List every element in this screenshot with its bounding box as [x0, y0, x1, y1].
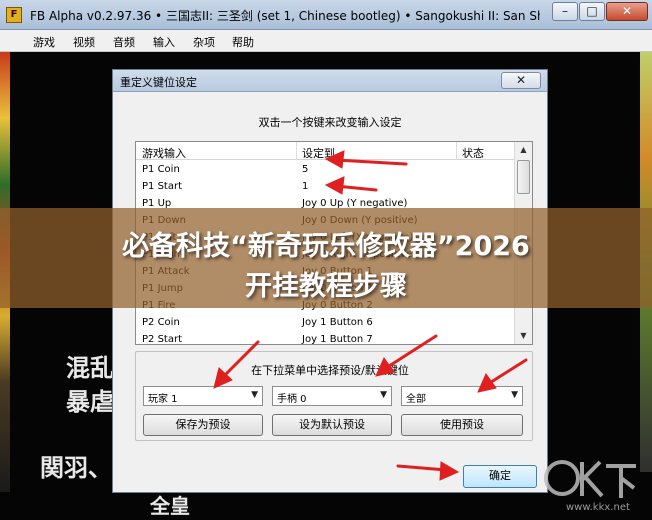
chevron-down-icon: ▼	[511, 390, 518, 400]
ok-button[interactable]: 确定	[463, 465, 537, 488]
preset-group-label: 在下拉菜单中选择预设/默认键位	[251, 364, 409, 377]
column-header-mapping[interactable]: 设定到	[302, 145, 335, 161]
close-button[interactable]: ✕	[606, 2, 648, 21]
input-name-cell: P1 Coin	[142, 164, 180, 175]
table-row[interactable]: P2 Start Joy 1 Button 7	[136, 331, 514, 345]
list-header: 游戏输入 设定到 状态	[136, 142, 514, 160]
column-separator	[456, 142, 457, 160]
menu-bar: 游戏 视频 音频 输入 杂项 帮助	[0, 30, 652, 52]
input-name-cell: P1 Start	[142, 181, 182, 192]
mapping-cell: 1	[302, 181, 309, 192]
scope-select-value: 全部	[406, 394, 426, 405]
scope-select[interactable]: 全部 ▼	[401, 386, 523, 406]
minimize-button[interactable]: –	[552, 2, 578, 21]
device-select-value: 手柄 0	[277, 394, 307, 405]
dialog-title-bar[interactable]: 重定义键位设定 ✕	[113, 70, 547, 92]
use-preset-button[interactable]: 使用预设	[401, 414, 523, 436]
title-bar[interactable]: F FB Alpha v0.2.97.36 • 三国志II: 三圣剑 (set …	[0, 0, 652, 30]
banner-line-1: 必备科技“新奇玩乐修改器”2026	[122, 231, 530, 262]
column-header-input[interactable]: 游戏输入	[142, 145, 186, 161]
dialog-close-button[interactable]: ✕	[501, 72, 541, 89]
window-title: FB Alpha v0.2.97.36 • 三国志II: 三圣剑 (set 1,…	[30, 9, 540, 23]
game-text-3: 関羽、	[40, 453, 112, 482]
maximize-button[interactable]: □	[579, 2, 605, 21]
game-text-1: 混乱	[66, 353, 114, 382]
column-header-status[interactable]: 状态	[462, 145, 484, 161]
player-select-value: 玩家 1	[148, 394, 178, 405]
save-preset-button[interactable]: 保存为预设	[143, 414, 263, 436]
set-default-preset-button[interactable]: 设为默认预设	[272, 414, 392, 436]
chevron-down-icon: ▼	[251, 390, 258, 400]
chevron-down-icon: ▼	[380, 390, 387, 400]
column-separator	[296, 142, 297, 160]
menu-input[interactable]: 输入	[153, 34, 175, 50]
scroll-down-icon[interactable]: ▼	[516, 328, 531, 344]
game-text-2: 暴虐	[66, 387, 114, 416]
watermark-url: www.kkx.net	[566, 502, 630, 513]
table-row[interactable]: P1 Coin 5	[136, 161, 514, 178]
instruction-text: 双击一个按键来改变输入设定	[258, 116, 402, 129]
mapping-cell: 5	[302, 164, 309, 175]
table-row[interactable]: P2 Coin Joy 1 Button 6	[136, 314, 514, 331]
menu-video[interactable]: 视频	[73, 34, 95, 50]
game-text-4: 全皇	[150, 494, 190, 518]
input-name-cell: P2 Coin	[142, 317, 180, 328]
device-select[interactable]: 手柄 0 ▼	[272, 386, 392, 406]
player-select[interactable]: 玩家 1 ▼	[143, 386, 263, 406]
promo-banner: 必备科技“新奇玩乐修改器”2026 开挂教程步骤	[0, 208, 652, 308]
table-row[interactable]: P1 Start 1	[136, 178, 514, 195]
scroll-thumb[interactable]	[517, 160, 530, 194]
app-icon: F	[6, 7, 22, 23]
mapping-cell: Joy 1 Button 7	[302, 334, 373, 345]
mapping-cell: Joy 1 Button 6	[302, 317, 373, 328]
input-name-cell: P2 Start	[142, 334, 182, 345]
menu-audio[interactable]: 音频	[113, 34, 135, 50]
scroll-up-icon[interactable]: ▲	[516, 142, 531, 158]
menu-game[interactable]: 游戏	[33, 34, 55, 50]
menu-misc[interactable]: 杂项	[193, 34, 215, 50]
dialog-title: 重定义键位设定	[120, 76, 197, 89]
banner-line-2: 开挂教程步骤	[245, 271, 407, 302]
menu-help[interactable]: 帮助	[232, 34, 254, 50]
